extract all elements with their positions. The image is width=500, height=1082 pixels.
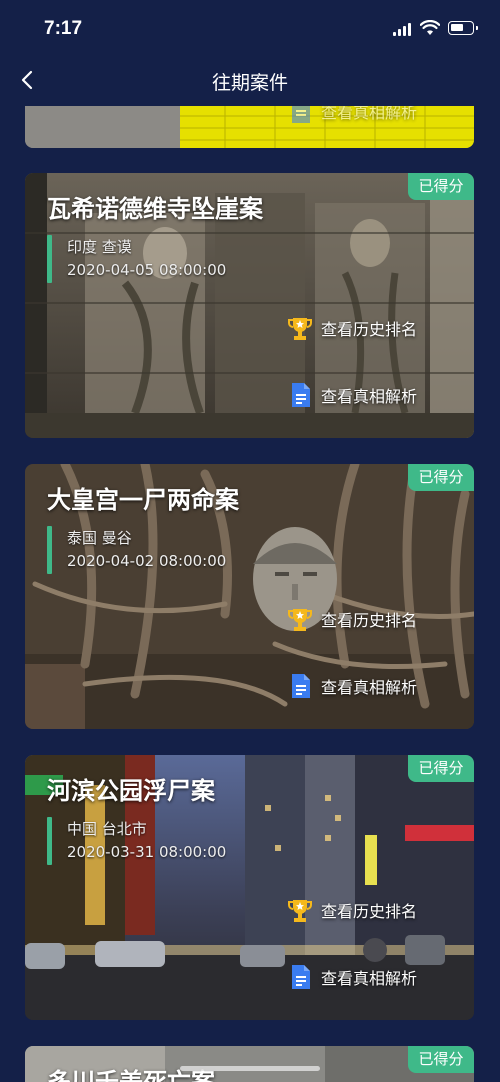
document-icon — [292, 674, 310, 698]
accent-bar — [47, 526, 52, 574]
view-analysis-button[interactable]: 查看真相解析 — [287, 671, 417, 701]
case-location: 印度 查谟 — [67, 238, 132, 256]
status-badge: 已得分 — [408, 755, 474, 782]
view-analysis-label: 查看真相解析 — [321, 106, 418, 122]
wifi-icon — [420, 20, 440, 35]
view-analysis-button[interactable]: 查看真相解析 — [287, 106, 417, 126]
case-card[interactable]: 已得分 大皇宫一尸两命案 泰国 曼谷 2020-04-02 08:00:00 查… — [25, 464, 474, 729]
trophy-icon — [288, 318, 312, 340]
case-title: 多川千美死亡案 — [47, 1068, 215, 1082]
document-icon — [292, 106, 310, 123]
accent-bar — [47, 817, 52, 865]
home-indicator[interactable] — [180, 1066, 320, 1071]
case-title: 河滨公园浮尸案 — [47, 777, 215, 805]
case-card[interactable]: 已得分 河滨公园浮尸案 中国 台北市 2020-03-31 08:00:00 查… — [25, 755, 474, 1020]
page-title: 往期案件 — [211, 72, 288, 94]
view-analysis-button[interactable]: 查看真相解析 — [287, 380, 417, 410]
status-time: 7:17 — [44, 18, 83, 39]
status-badge: 已得分 — [408, 464, 474, 491]
view-ranking-button[interactable]: 查看历史排名 — [287, 313, 417, 343]
view-analysis-label: 查看真相解析 — [321, 969, 418, 988]
status-badge: 已得分 — [408, 1046, 474, 1073]
nav-bar: 往期案件 — [0, 58, 500, 102]
case-location: 中国 台北市 — [67, 820, 147, 838]
view-ranking-label: 查看历史排名 — [321, 902, 418, 921]
cellular-signal-icon — [393, 22, 413, 36]
trophy-icon — [288, 609, 312, 631]
case-title: 瓦希诺德维寺坠崖案 — [47, 195, 263, 223]
view-ranking-button[interactable]: 查看历史排名 — [287, 604, 417, 634]
case-title: 大皇宫一尸两命案 — [47, 486, 239, 514]
case-date: 2020-04-05 08:00:00 — [67, 261, 227, 279]
view-analysis-button[interactable]: 查看真相解析 — [287, 962, 417, 992]
battery-icon — [448, 21, 478, 35]
view-ranking-label: 查看历史排名 — [321, 611, 418, 630]
accent-bar — [47, 235, 52, 283]
document-icon — [292, 965, 310, 989]
case-date: 2020-04-02 08:00:00 — [67, 552, 227, 570]
case-date: 2020-03-31 08:00:00 — [67, 843, 227, 861]
case-card-peek-bottom[interactable]: 已得分 多川千美死亡案 — [25, 1046, 474, 1082]
case-location: 泰国 曼谷 — [67, 529, 132, 547]
view-ranking-button[interactable]: 查看历史排名 — [287, 895, 417, 925]
case-card-peek-top[interactable]: 查看真相解析 — [25, 106, 474, 148]
document-icon — [292, 383, 310, 407]
status-bar: 7:17 — [0, 0, 500, 58]
view-analysis-label: 查看真相解析 — [321, 678, 418, 697]
status-badge: 已得分 — [408, 173, 474, 200]
trophy-icon — [288, 900, 312, 922]
view-analysis-label: 查看真相解析 — [321, 387, 418, 406]
view-ranking-label: 查看历史排名 — [321, 320, 418, 339]
case-card[interactable]: 已得分 瓦希诺德维寺坠崖案 印度 查谟 2020-04-05 08:00:00 … — [25, 173, 474, 438]
